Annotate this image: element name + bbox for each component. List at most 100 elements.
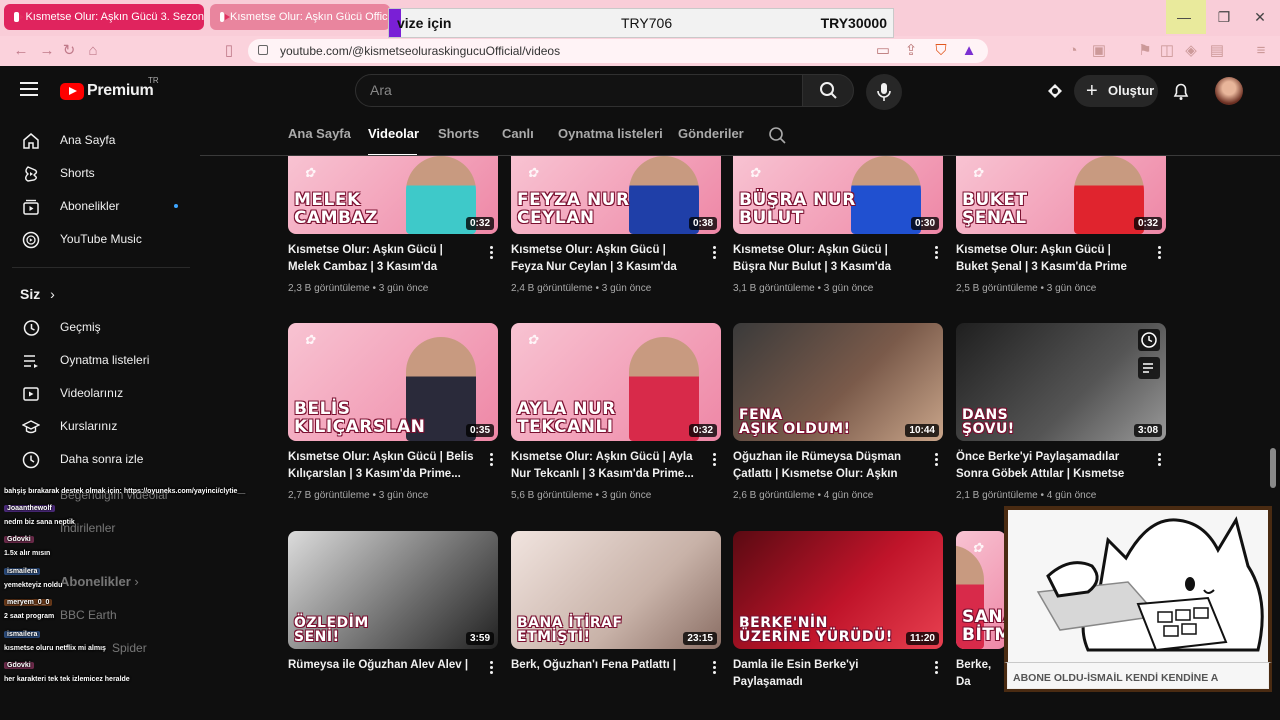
video-title[interactable]: Berke, Da xyxy=(956,657,1006,691)
tab-posts[interactable]: Gönderiler xyxy=(678,126,744,141)
show-logo-watermark: ✿ xyxy=(304,166,315,181)
sidebar-item-playlists[interactable]: Oynatma listeleri xyxy=(12,344,190,377)
bookmark-icon[interactable]: ▯ xyxy=(218,40,240,62)
more-actions-icon[interactable] xyxy=(1158,246,1162,260)
close-icon[interactable]: ✕ xyxy=(1242,0,1278,34)
sidebar-item-courses[interactable]: Kurslarınız xyxy=(12,410,190,443)
chat-message: 2 saat program xyxy=(4,613,54,620)
video-title[interactable]: Kısmetse Olur: Aşkın Gücü | Büşra Nur Bu… xyxy=(733,242,921,276)
scrollbar-thumb[interactable] xyxy=(1270,448,1276,488)
sidebar-item-watch-later[interactable]: Daha sonra izle xyxy=(12,443,190,476)
address-bar-row: ← → ↻ ⌂ ▯ youtube.com/@kismetseoluraskin… xyxy=(0,36,1280,66)
guide-menu-icon[interactable] xyxy=(20,82,38,96)
more-actions-icon[interactable] xyxy=(713,453,717,467)
video-thumbnail[interactable]: ✿ MELEK CAMBAZ 0:32 xyxy=(288,156,498,234)
tab-home[interactable]: Ana Sayfa xyxy=(288,126,351,141)
video-thumbnail[interactable]: ✿ BÜŞRA NUR BULUT 0:30 xyxy=(733,156,943,234)
video-thumbnail[interactable]: ✿ SANA BİTM xyxy=(956,531,1006,649)
tab-live[interactable]: Canlı xyxy=(502,126,534,141)
sidebar-icon[interactable]: ◫ xyxy=(1156,40,1178,62)
search-input[interactable]: Ara xyxy=(355,74,803,107)
sidebar-item-subscriptions[interactable]: Abonelikler xyxy=(12,190,190,223)
more-actions-icon[interactable] xyxy=(935,246,939,260)
sidebar-item-shorts[interactable]: Shorts xyxy=(12,157,190,190)
menu-icon[interactable]: ≡ xyxy=(1250,40,1272,62)
restore-icon[interactable]: ❐ xyxy=(1206,0,1242,34)
video-thumbnail[interactable]: ✿ BELİS KILIÇARSLAN 0:35 xyxy=(288,323,498,441)
video-thumbnail[interactable]: ✿ AYLA NUR TEKCANLI 0:32 xyxy=(511,323,721,441)
video-thumbnail[interactable]: BERKE'NİN ÜZERİNE YÜRÜDÜ! 11:20 xyxy=(733,531,943,649)
tab-videos[interactable]: Videolar xyxy=(368,126,419,141)
video-thumbnail[interactable]: ✿ BUKET ŞENAL 0:32 xyxy=(956,156,1166,234)
sidebar-you-header[interactable]: Siz › xyxy=(20,286,55,302)
share-icon[interactable]: ⇪ xyxy=(900,40,922,62)
browser-tab-2[interactable]: Kısmetse Olur: Aşkın Gücü Offici xyxy=(210,4,390,30)
more-actions-icon[interactable] xyxy=(713,661,717,675)
more-actions-icon[interactable] xyxy=(490,246,494,260)
sidebar-item-history[interactable]: Geçmiş xyxy=(12,311,190,344)
video-title[interactable]: Berk, Oğuzhan'ı Fena Patlattı | xyxy=(511,657,699,691)
history-icon xyxy=(23,320,40,336)
more-actions-icon[interactable] xyxy=(490,661,494,675)
extension-icon[interactable]: ▣ xyxy=(1088,40,1110,62)
subscriptions-icon xyxy=(23,199,39,215)
brave-shield-icon[interactable]: ⛉ xyxy=(930,40,952,62)
sidebar-item-youtube-music[interactable]: YouTube Music xyxy=(12,223,190,256)
site-info-icon[interactable] xyxy=(258,45,268,55)
video-thumbnail[interactable]: FENA AŞIK OLDUM! 10:44 xyxy=(733,323,943,441)
video-title[interactable]: Kısmetse Olur: Aşkın Gücü | Feyza Nur Ce… xyxy=(511,242,699,276)
notifications-bell-icon[interactable] xyxy=(1170,80,1192,102)
create-label: Oluştur xyxy=(1108,83,1155,98)
page-scrollbar[interactable] xyxy=(1268,66,1280,720)
channel-search-icon[interactable] xyxy=(768,126,788,146)
video-title[interactable]: Kısmetse Olur: Aşkın Gücü | Buket Şenal … xyxy=(956,242,1144,276)
chat-username: ismailera xyxy=(4,631,41,638)
more-actions-icon[interactable] xyxy=(1158,453,1162,467)
video-thumbnail[interactable]: ÖZLEDİM SENİ! 3:59 xyxy=(288,531,498,649)
more-actions-icon[interactable] xyxy=(490,453,494,467)
extension-icon[interactable]: ⚑ xyxy=(1134,40,1156,62)
rewards-icon[interactable]: ▲ xyxy=(958,40,980,62)
video-meta: 2,5 B görüntüleme • 3 gün önce xyxy=(956,283,1097,294)
reload-icon[interactable]: ↻ xyxy=(58,40,80,62)
minimize-icon[interactable]: — xyxy=(1166,0,1202,34)
video-thumbnail[interactable]: BANA İTİRAF ETMİŞTİ! 23:15 xyxy=(511,531,721,649)
video-thumbnail[interactable]: ✿ FEYZA NUR CEYLAN 0:38 xyxy=(511,156,721,234)
cast-icon[interactable]: ▭ xyxy=(872,40,894,62)
home-icon[interactable]: ⌂ xyxy=(82,40,104,62)
tab-playlists[interactable]: Oynatma listeleri xyxy=(558,126,663,141)
chat-message: ismailera xyxy=(4,631,41,638)
video-title[interactable]: Kısmetse Olur: Aşkın Gücü | Ayla Nur Tek… xyxy=(511,449,699,483)
search-button[interactable] xyxy=(802,74,854,107)
sidebar-item-home[interactable]: Ana Sayfa xyxy=(12,124,190,157)
donation-goal-overlay: vize için TRY706 TRY30000 xyxy=(388,8,894,38)
forward-icon[interactable]: → xyxy=(36,40,58,62)
video-title[interactable]: Damla ile Esin Berke'yi Paylaşamadı xyxy=(733,657,921,691)
video-title[interactable]: Rümeysa ile Oğuzhan Alev Alev | xyxy=(288,657,476,691)
video-thumbnail[interactable]: DANS ŞOVU! 3:08 xyxy=(956,323,1166,441)
wallet-icon[interactable]: ▤ xyxy=(1206,40,1228,62)
sidebar-item-label: Geçmiş xyxy=(60,320,101,334)
duration-badge: 3:59 xyxy=(465,632,494,645)
voice-search-button[interactable] xyxy=(866,74,902,110)
back-icon[interactable]: ← xyxy=(10,40,32,62)
more-actions-icon[interactable] xyxy=(935,453,939,467)
watch-later-icon[interactable] xyxy=(1138,329,1160,351)
video-title[interactable]: Kısmetse Olur: Aşkın Gücü | Belis Kılıça… xyxy=(288,449,476,483)
tab-shorts[interactable]: Shorts xyxy=(438,126,479,141)
you-header-label: Siz xyxy=(20,286,41,302)
avatar[interactable] xyxy=(1215,77,1243,105)
browser-tab-1[interactable]: Kısmetse Olur: Aşkın Gücü 3. Sezon xyxy=(4,4,204,30)
video-title[interactable]: Oğuzhan ile Rümeysa Düşman Çatlattı | Kı… xyxy=(733,449,921,483)
extension-icon[interactable]: ◔ xyxy=(1062,40,1084,62)
video-title[interactable]: Önce Berke'yi Paylaşamadılar Sonra Göbek… xyxy=(956,449,1144,483)
create-button[interactable]: + Oluştur xyxy=(1074,75,1158,107)
extension-icon[interactable]: ◈ xyxy=(1180,40,1202,62)
video-title[interactable]: Kısmetse Olur: Aşkın Gücü | Melek Cambaz… xyxy=(288,242,476,276)
sidebar-item-your-videos[interactable]: Videolarınız xyxy=(12,377,190,410)
more-actions-icon[interactable] xyxy=(935,661,939,675)
more-actions-icon[interactable] xyxy=(713,246,717,260)
shorts-upload-icon[interactable] xyxy=(1044,80,1066,102)
youtube-premium-logo[interactable]: Premium TR xyxy=(60,76,159,100)
add-to-queue-icon[interactable] xyxy=(1138,357,1160,379)
